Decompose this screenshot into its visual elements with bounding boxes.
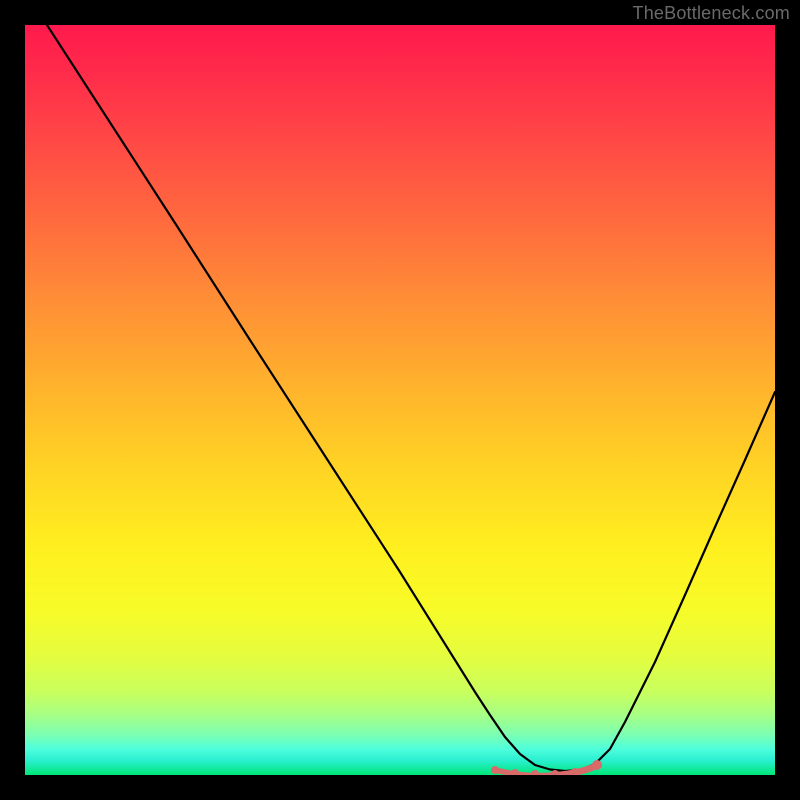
bottleneck-curve <box>47 25 775 771</box>
marker-dot-end <box>592 760 602 770</box>
marker-dot <box>531 770 539 775</box>
marker-dot <box>491 766 499 774</box>
watermark-text: TheBottleneck.com <box>633 3 790 24</box>
chart-frame: TheBottleneck.com <box>0 0 800 800</box>
marker-dot <box>511 769 519 775</box>
plot-area <box>25 25 775 775</box>
bottleneck-curve-svg <box>25 25 775 775</box>
